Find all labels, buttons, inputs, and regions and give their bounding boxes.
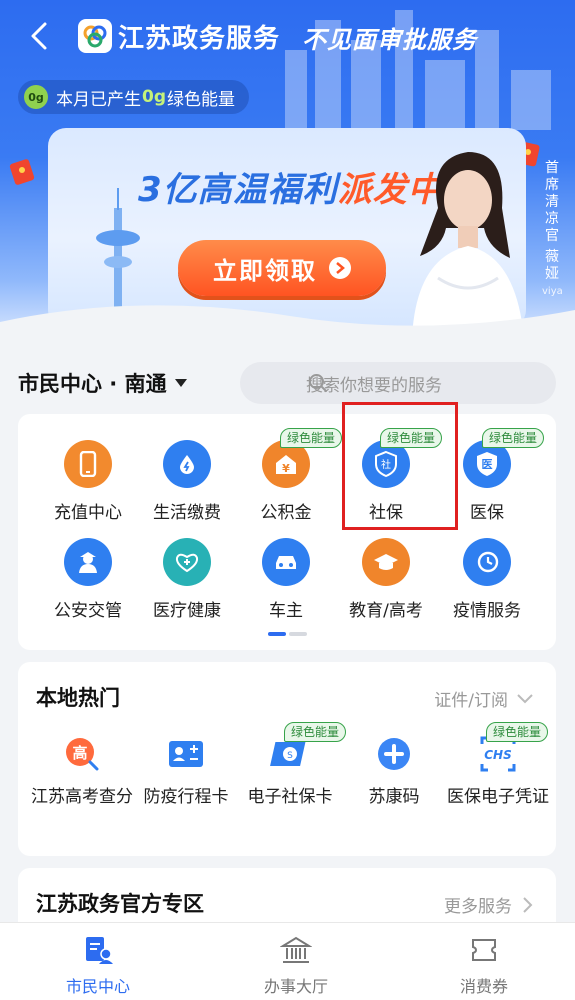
coupon-icon (467, 933, 501, 967)
hot-item-label: 电子社保卡 (247, 787, 333, 807)
service-item-recharge[interactable]: 充值中心 (38, 440, 138, 523)
claim-now-label: 立即领取 (213, 256, 317, 285)
svg-text:¥: ¥ (282, 462, 290, 475)
graduation-cap-icon (362, 538, 410, 586)
banner-headline-main: 3亿高温福利 (138, 170, 338, 210)
chevron-right-icon (329, 257, 351, 279)
search-input[interactable]: 搜索你想要的服务 (240, 362, 556, 404)
service-label: 生活缴费 (153, 503, 221, 523)
clock-history-icon (463, 538, 511, 586)
tab-citizen-center[interactable]: 市民中心 (38, 933, 158, 997)
energy-prefix: 本月已产生 (56, 89, 141, 110)
car-icon (262, 538, 310, 586)
certificates-subscription-link[interactable]: 证件/订阅 (434, 686, 534, 711)
bottom-tab-bar: 市民中心 办事大厅 消费券 (0, 922, 575, 1000)
hot-item-gaokao-score[interactable]: 高 江苏高考查分 (30, 734, 134, 810)
chevron-down-icon (517, 693, 533, 703)
banner-headline: 3亿高温福利派发中 (138, 162, 443, 211)
tab-service-hall[interactable]: 办事大厅 (236, 933, 356, 997)
service-item-healthcare[interactable]: 医疗健康 (137, 538, 237, 621)
svg-text:医: 医 (482, 458, 493, 471)
app-slogan: 不见面审批服务 (302, 26, 477, 54)
service-item-housing-fund[interactable]: ¥ 公积金 (236, 440, 336, 523)
hall-building-icon (279, 933, 313, 967)
app-logo (78, 19, 112, 53)
grid-page-indicator (268, 632, 307, 636)
claim-now-button[interactable]: 立即领取 (178, 240, 386, 296)
energy-value: 0g (142, 87, 166, 107)
green-energy-badge: 绿色能量 (486, 722, 549, 742)
back-button[interactable] (24, 18, 54, 54)
section-title: 本地热门 (36, 686, 120, 710)
svg-text:CHS: CHS (484, 748, 512, 762)
service-label: 教育/高考 (349, 601, 423, 621)
more-label: 更多服务 (444, 897, 512, 917)
service-item-education[interactable]: 教育/高考 (336, 538, 436, 621)
more-services-link[interactable]: 更多服务 (444, 892, 534, 917)
local-hot-card: 本地热门 证件/订阅 高 江苏高考查分 防疫行程卡 S 电子社保卡 苏康码 CH… (18, 662, 556, 856)
side-name: 薇娅 (545, 249, 559, 282)
hero-wave-decoration (0, 305, 575, 350)
water-drop-icon (163, 440, 211, 488)
caret-down-icon (174, 379, 187, 387)
service-label: 充值中心 (54, 503, 122, 523)
service-label: 医疗健康 (153, 601, 221, 621)
hot-item-label: 防疫行程卡 (143, 787, 229, 807)
medical-kit-icon (163, 538, 211, 586)
hot-item-label: 苏康码 (368, 787, 420, 807)
page-dot-active (268, 632, 286, 636)
service-item-utilities[interactable]: 生活缴费 (137, 440, 237, 523)
service-label: 公安交管 (54, 601, 122, 621)
service-item-police[interactable]: 公安交管 (38, 538, 138, 621)
citizen-center-icon (81, 933, 115, 967)
hot-item-health-code[interactable]: 苏康码 (342, 734, 446, 810)
green-energy-pill[interactable]: 0g 本月已产生 0g 绿色能量 (18, 80, 249, 114)
service-label: 疫情服务 (453, 601, 521, 621)
banner-side-caption: 首席清凉官 薇娅 viya (542, 160, 563, 300)
city-search-row: 市民中心 · 南通 搜索你想要的服务 (0, 352, 575, 414)
service-item-car-owner[interactable]: 车主 (236, 538, 336, 621)
red-packet-icon (9, 159, 35, 185)
hot-item-medical-voucher[interactable]: CHS 医保电子凭证 (446, 734, 550, 810)
service-item-epidemic[interactable]: 疫情服务 (437, 538, 537, 621)
hot-item-label: 医保电子凭证 (447, 787, 549, 807)
green-energy-badge: 绿色能量 (482, 428, 545, 448)
tab-label: 市民中心 (65, 977, 130, 996)
green-energy-badge: 绿色能量 (280, 428, 343, 448)
tab-label: 办事大厅 (263, 977, 328, 996)
svg-text:高: 高 (72, 744, 87, 762)
more-label: 证件/订阅 (434, 691, 508, 711)
app-logo-icon (83, 25, 107, 48)
app-title: 江苏政务服务 (118, 24, 281, 54)
health-code-icon (374, 734, 414, 774)
hot-item-travel-card[interactable]: 防疫行程卡 (134, 734, 238, 810)
chevron-left-icon (31, 22, 47, 50)
highlight-annotation (342, 402, 458, 530)
tab-label: 消费券 (459, 977, 508, 996)
section-title: 江苏政务官方专区 (36, 892, 204, 916)
leaf-energy-icon: 0g (24, 85, 48, 109)
tab-coupons[interactable]: 消费券 (424, 933, 544, 997)
energy-suffix: 绿色能量 (167, 89, 235, 110)
travel-card-icon (166, 734, 206, 774)
hot-item-label: 江苏高考查分 (31, 787, 133, 807)
svg-text:S: S (287, 751, 293, 761)
city-selector[interactable]: 市民中心 · 南通 (18, 368, 187, 398)
side-caption-text: 首席清凉官 (545, 160, 559, 244)
exam-score-icon: 高 (62, 734, 102, 774)
police-icon (64, 538, 112, 586)
phone-icon (64, 440, 112, 488)
header-hero: 江苏政务服务 不见面审批服务 0g 本月已产生 0g 绿色能量 3亿高温福利派发… (0, 0, 575, 350)
service-label: 车主 (269, 601, 303, 621)
green-energy-badge: 绿色能量 (284, 722, 347, 742)
service-grid-card: 充值中心 生活缴费 ¥ 公积金 社 社保 医 医保 绿色能量 绿色能量 绿色能量… (18, 414, 556, 650)
hot-item-e-social-card[interactable]: S 电子社保卡 (238, 734, 342, 810)
page-dot (289, 632, 307, 636)
city-label: 市民中心 · 南通 (18, 372, 167, 396)
chevron-right-icon (523, 896, 533, 913)
service-label: 公积金 (260, 503, 312, 523)
search-icon (309, 374, 327, 392)
